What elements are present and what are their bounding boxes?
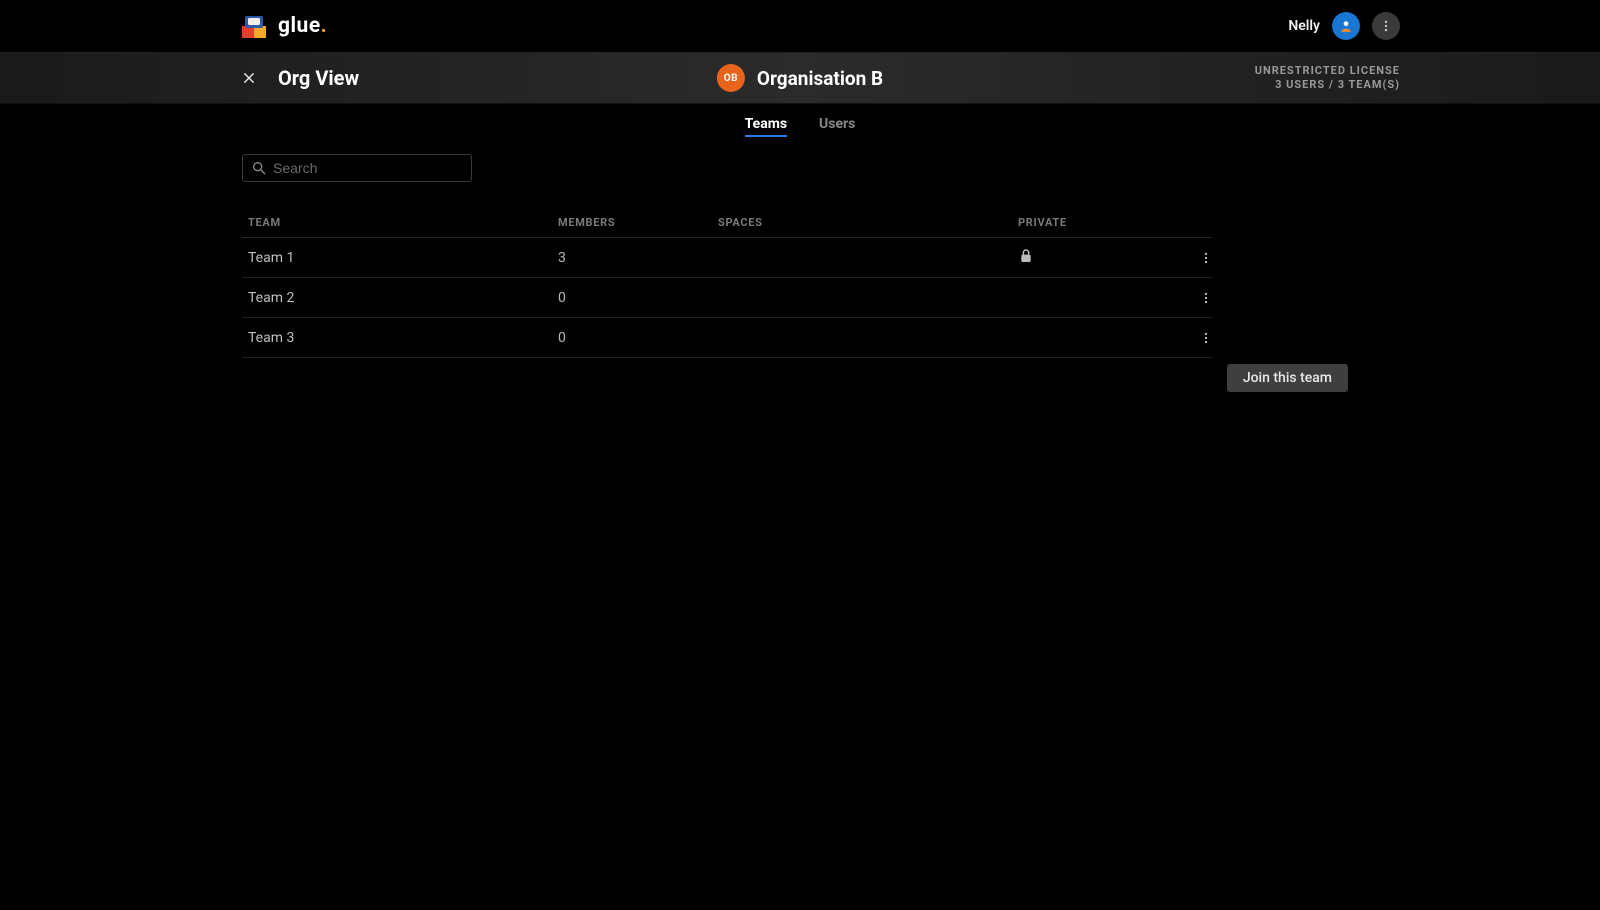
- license-line-2: 3 USERS / 3 TEAM(S): [1255, 78, 1400, 92]
- close-button[interactable]: [240, 69, 258, 87]
- row-more-button[interactable]: [1194, 246, 1218, 270]
- brand-logo-icon: [240, 12, 268, 40]
- cell-members: 3: [558, 250, 718, 266]
- tab-teams[interactable]: Teams: [745, 116, 787, 137]
- more-vertical-icon: [1199, 331, 1213, 345]
- brand-name: glue.: [278, 14, 327, 38]
- license-line-1: UNRESTRICTED LICENSE: [1255, 64, 1400, 78]
- search-box[interactable]: [242, 154, 472, 182]
- lock-icon: [1018, 248, 1034, 264]
- join-team-label: Join this team: [1243, 370, 1332, 386]
- tab-users[interactable]: Users: [819, 116, 855, 137]
- page-title: Org View: [278, 66, 359, 90]
- cell-members: 0: [558, 290, 718, 306]
- col-team: TEAM: [248, 216, 558, 229]
- row-more-button[interactable]: [1194, 326, 1218, 350]
- current-user-name: Nelly: [1288, 18, 1320, 34]
- person-icon: [1339, 19, 1353, 33]
- org-indicator: OB Organisation B: [717, 64, 883, 92]
- table-row[interactable]: Team 3 0: [242, 318, 1212, 358]
- table-row[interactable]: Team 1 3: [242, 238, 1212, 278]
- org-badge: OB: [717, 64, 745, 92]
- table-header: TEAM MEMBERS SPACES PRIVATE: [242, 208, 1212, 238]
- org-name: Organisation B: [757, 67, 883, 90]
- col-spaces: SPACES: [718, 216, 1018, 229]
- more-vertical-icon: [1199, 291, 1213, 305]
- header-more-button[interactable]: [1372, 12, 1400, 40]
- cell-members: 0: [558, 330, 718, 346]
- cell-private: [1018, 248, 1158, 268]
- more-vertical-icon: [1199, 251, 1213, 265]
- cell-team: Team 3: [248, 330, 558, 346]
- tabs: Teams Users: [0, 110, 1600, 142]
- brand: glue.: [240, 12, 327, 40]
- col-private: PRIVATE: [1018, 216, 1158, 229]
- table-row[interactable]: Team 2 0: [242, 278, 1212, 318]
- col-members: MEMBERS: [558, 216, 718, 229]
- join-team-popover[interactable]: Join this team: [1227, 364, 1348, 392]
- license-info: UNRESTRICTED LICENSE 3 USERS / 3 TEAM(S): [1255, 64, 1400, 93]
- row-more-button[interactable]: [1194, 286, 1218, 310]
- sub-header: Org View OB Organisation B UNRESTRICTED …: [0, 52, 1600, 104]
- content: TEAM MEMBERS SPACES PRIVATE Team 1 3: [0, 142, 1600, 358]
- close-icon: [242, 71, 256, 85]
- more-vertical-icon: [1379, 19, 1393, 33]
- search-icon: [251, 160, 267, 176]
- top-header: glue. Nelly: [0, 0, 1600, 52]
- teams-table: TEAM MEMBERS SPACES PRIVATE Team 1 3: [242, 208, 1212, 358]
- search-input[interactable]: [273, 160, 463, 176]
- top-header-right: Nelly: [1288, 12, 1400, 40]
- cell-team: Team 2: [248, 290, 558, 306]
- cell-team: Team 1: [248, 250, 558, 266]
- sub-header-left: Org View: [240, 66, 359, 90]
- avatar[interactable]: [1332, 12, 1360, 40]
